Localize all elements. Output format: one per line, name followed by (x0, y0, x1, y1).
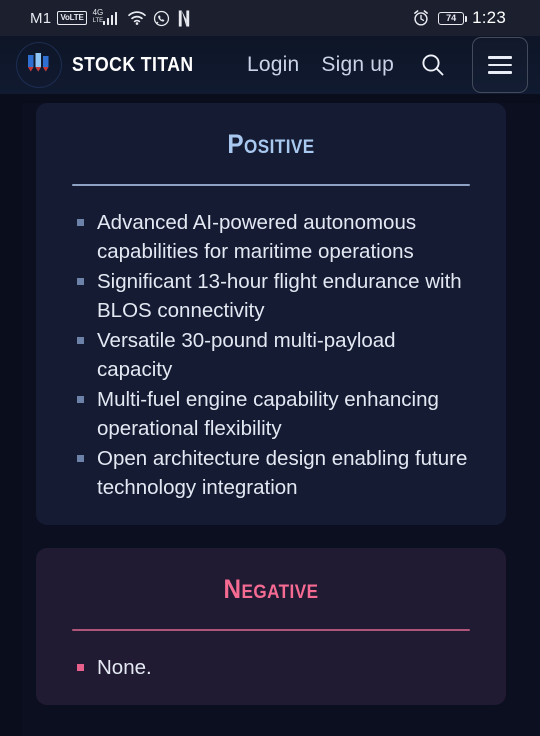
page-left-gutter (0, 103, 22, 736)
positive-card-divider (72, 184, 470, 186)
alarm-clock-icon (412, 9, 430, 27)
brand-wordmark: STOCK TITAN (72, 53, 194, 76)
battery-level-label: 74 (446, 13, 457, 23)
negative-card-title: Negative (223, 574, 319, 604)
brand-home-link[interactable]: STOCK TITAN (16, 42, 210, 88)
positive-card: Positive Advanced AI-powered autonomous … (36, 103, 506, 525)
battery-indicator: 74 (438, 11, 467, 25)
hamburger-menu-icon[interactable] (472, 37, 528, 93)
carrier-label: M1 (30, 9, 52, 27)
signal-bars-icon (102, 11, 118, 25)
page-content: Positive Advanced AI-powered autonomous … (0, 103, 540, 736)
network-type-label: 4G (92, 7, 104, 17)
header-nav: Login Sign up (247, 37, 528, 93)
stock-titan-logo-icon (16, 42, 62, 88)
positive-bullet-list: Advanced AI-powered autonomous capabilit… (74, 208, 472, 502)
status-bar-right: 74 1:23 (412, 8, 506, 28)
clock-label: 1:23 (472, 8, 506, 27)
list-item: Advanced AI-powered autonomous capabilit… (74, 208, 472, 266)
volte-badge: VoLTE (57, 11, 87, 25)
negative-card: Negative None. (36, 548, 506, 705)
signal-strength-icon: 4G LTE (92, 7, 118, 25)
netflix-icon (178, 9, 190, 27)
negative-bullet-list: None. (74, 653, 472, 682)
whatsapp-icon (153, 10, 170, 27)
network-sub-label: LTE (92, 17, 104, 24)
wifi-icon (127, 10, 147, 26)
list-item: Versatile 30-pound multi-payload capacit… (74, 326, 472, 384)
site-header: STOCK TITAN Login Sign up (0, 36, 540, 94)
list-item: Open architecture design enabling future… (74, 444, 472, 502)
negative-card-divider (72, 629, 470, 631)
search-icon[interactable] (416, 48, 450, 82)
status-bar-left: M1 VoLTE 4G LTE (30, 7, 190, 27)
login-link[interactable]: Login (247, 53, 299, 77)
list-item: Multi-fuel engine capability enhancing o… (74, 385, 472, 443)
positive-card-title: Positive (227, 129, 315, 159)
status-bar: M1 VoLTE 4G LTE 74 1:23 (0, 0, 540, 36)
list-item: None. (74, 653, 472, 682)
signup-link[interactable]: Sign up (321, 53, 394, 77)
list-item: Significant 13-hour flight endurance wit… (74, 267, 472, 325)
